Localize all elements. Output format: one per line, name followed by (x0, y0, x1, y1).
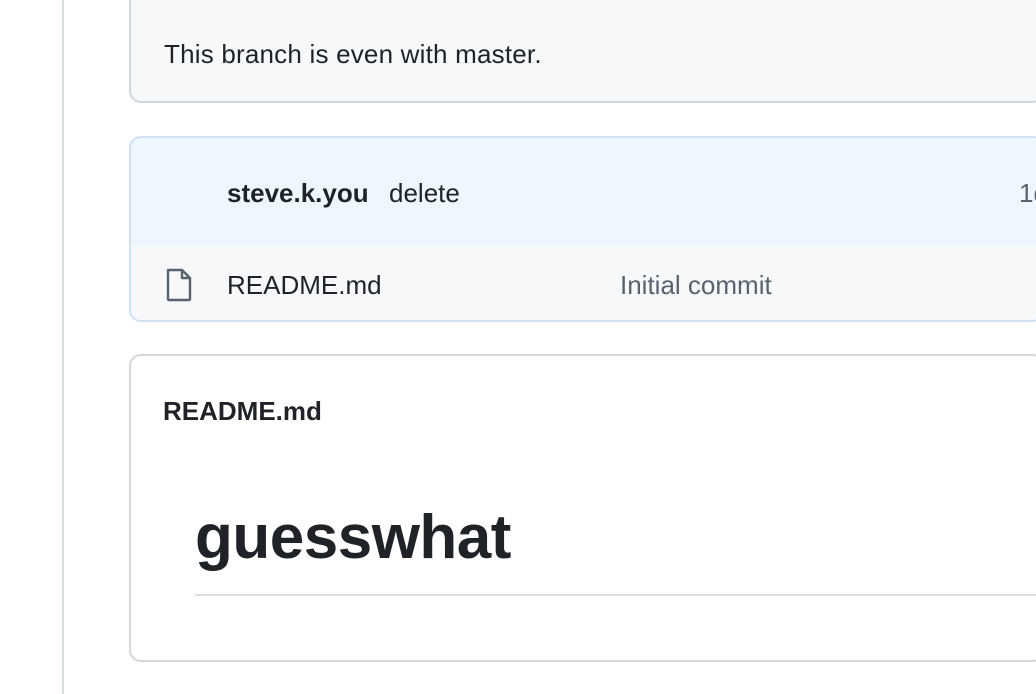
file-list-box: steve.k.you delete 1d README.md Initial … (129, 136, 1036, 322)
latest-commit-row: steve.k.you delete 1d (131, 138, 1036, 248)
commit-author-link[interactable]: steve.k.you (227, 178, 369, 209)
layout-divider (62, 0, 64, 694)
file-icon (166, 268, 192, 302)
readme-filename[interactable]: README.md (163, 396, 322, 427)
readme-heading: guesswhat (195, 503, 511, 572)
branch-status-text: This branch is even with master. (164, 39, 542, 69)
commit-message-link[interactable]: delete (389, 178, 460, 209)
heading-divider (195, 594, 1036, 596)
file-commit-link[interactable]: Initial commit (620, 270, 772, 301)
commit-time[interactable]: 1d (1019, 178, 1036, 209)
file-row[interactable]: README.md Initial commit (131, 246, 1036, 320)
readme-box: README.md guesswhat (129, 354, 1036, 662)
file-name-link[interactable]: README.md (227, 270, 382, 301)
branch-status-box: This branch is even with master. (129, 0, 1036, 103)
